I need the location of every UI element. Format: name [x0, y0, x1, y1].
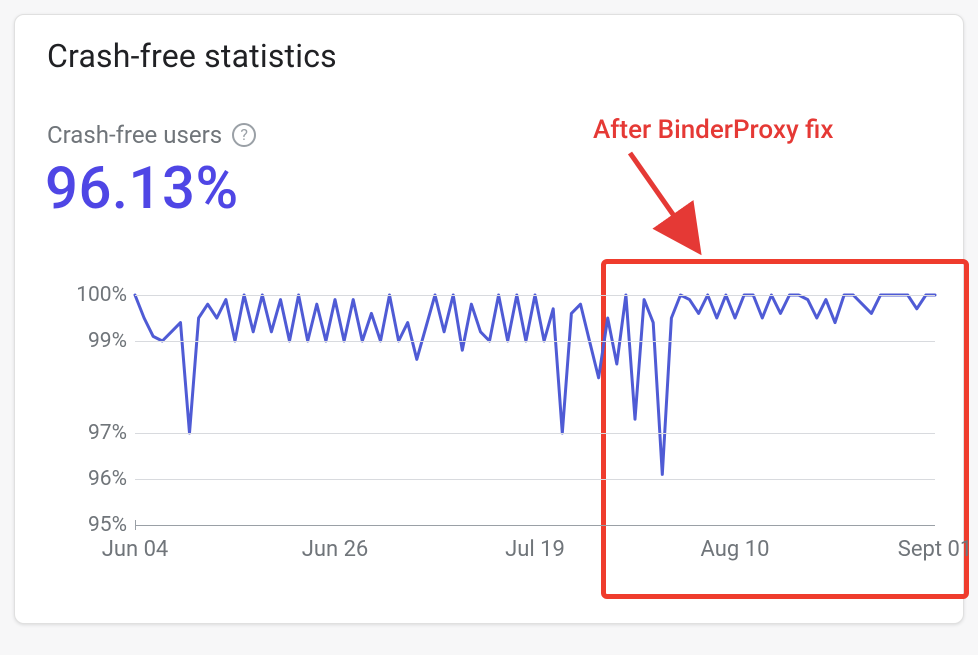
- crash-free-metric: 96.13%: [45, 155, 239, 223]
- card-title: Crash-free statistics: [47, 37, 337, 75]
- y-tick-label: 99%: [45, 329, 127, 353]
- x-tick-label: Aug 10: [701, 537, 770, 562]
- metric-subtitle: Crash-free users: [47, 121, 222, 149]
- stats-card: Crash-free statistics Crash-free users ?…: [14, 14, 964, 624]
- chart-plot-area: [135, 295, 935, 525]
- x-axis-line: [135, 525, 935, 526]
- series-line: [135, 295, 935, 474]
- chart-line-series: [135, 295, 935, 525]
- chart-gridline: [135, 295, 935, 296]
- chart-x-axis: Jun 04Jun 26Jul 19Aug 10Sept 01: [135, 525, 935, 565]
- x-tick-label: Sept 01: [898, 537, 972, 562]
- y-tick-label: 100%: [45, 283, 127, 307]
- annotation-after-fix: After BinderProxy fix: [593, 115, 833, 145]
- chart-gridline: [135, 341, 935, 342]
- metric-subtitle-row: Crash-free users ?: [47, 121, 256, 149]
- y-tick-label: 96%: [45, 467, 127, 491]
- help-icon[interactable]: ?: [232, 123, 256, 147]
- crash-free-chart: 100%99%97%96%95% Jun 04Jun 26Jul 19Aug 1…: [45, 295, 935, 585]
- x-tick-label: Jun 26: [302, 537, 369, 562]
- x-tick-label: Jul 19: [505, 537, 565, 562]
- annotation-arrow-icon: [615, 143, 735, 263]
- x-tick-label: Jun 04: [102, 537, 169, 562]
- y-tick-label: 97%: [45, 421, 127, 445]
- x-tick-mark: [135, 520, 136, 530]
- chart-gridline: [135, 433, 935, 434]
- chart-gridline: [135, 479, 935, 480]
- y-tick-label: 95%: [45, 513, 127, 537]
